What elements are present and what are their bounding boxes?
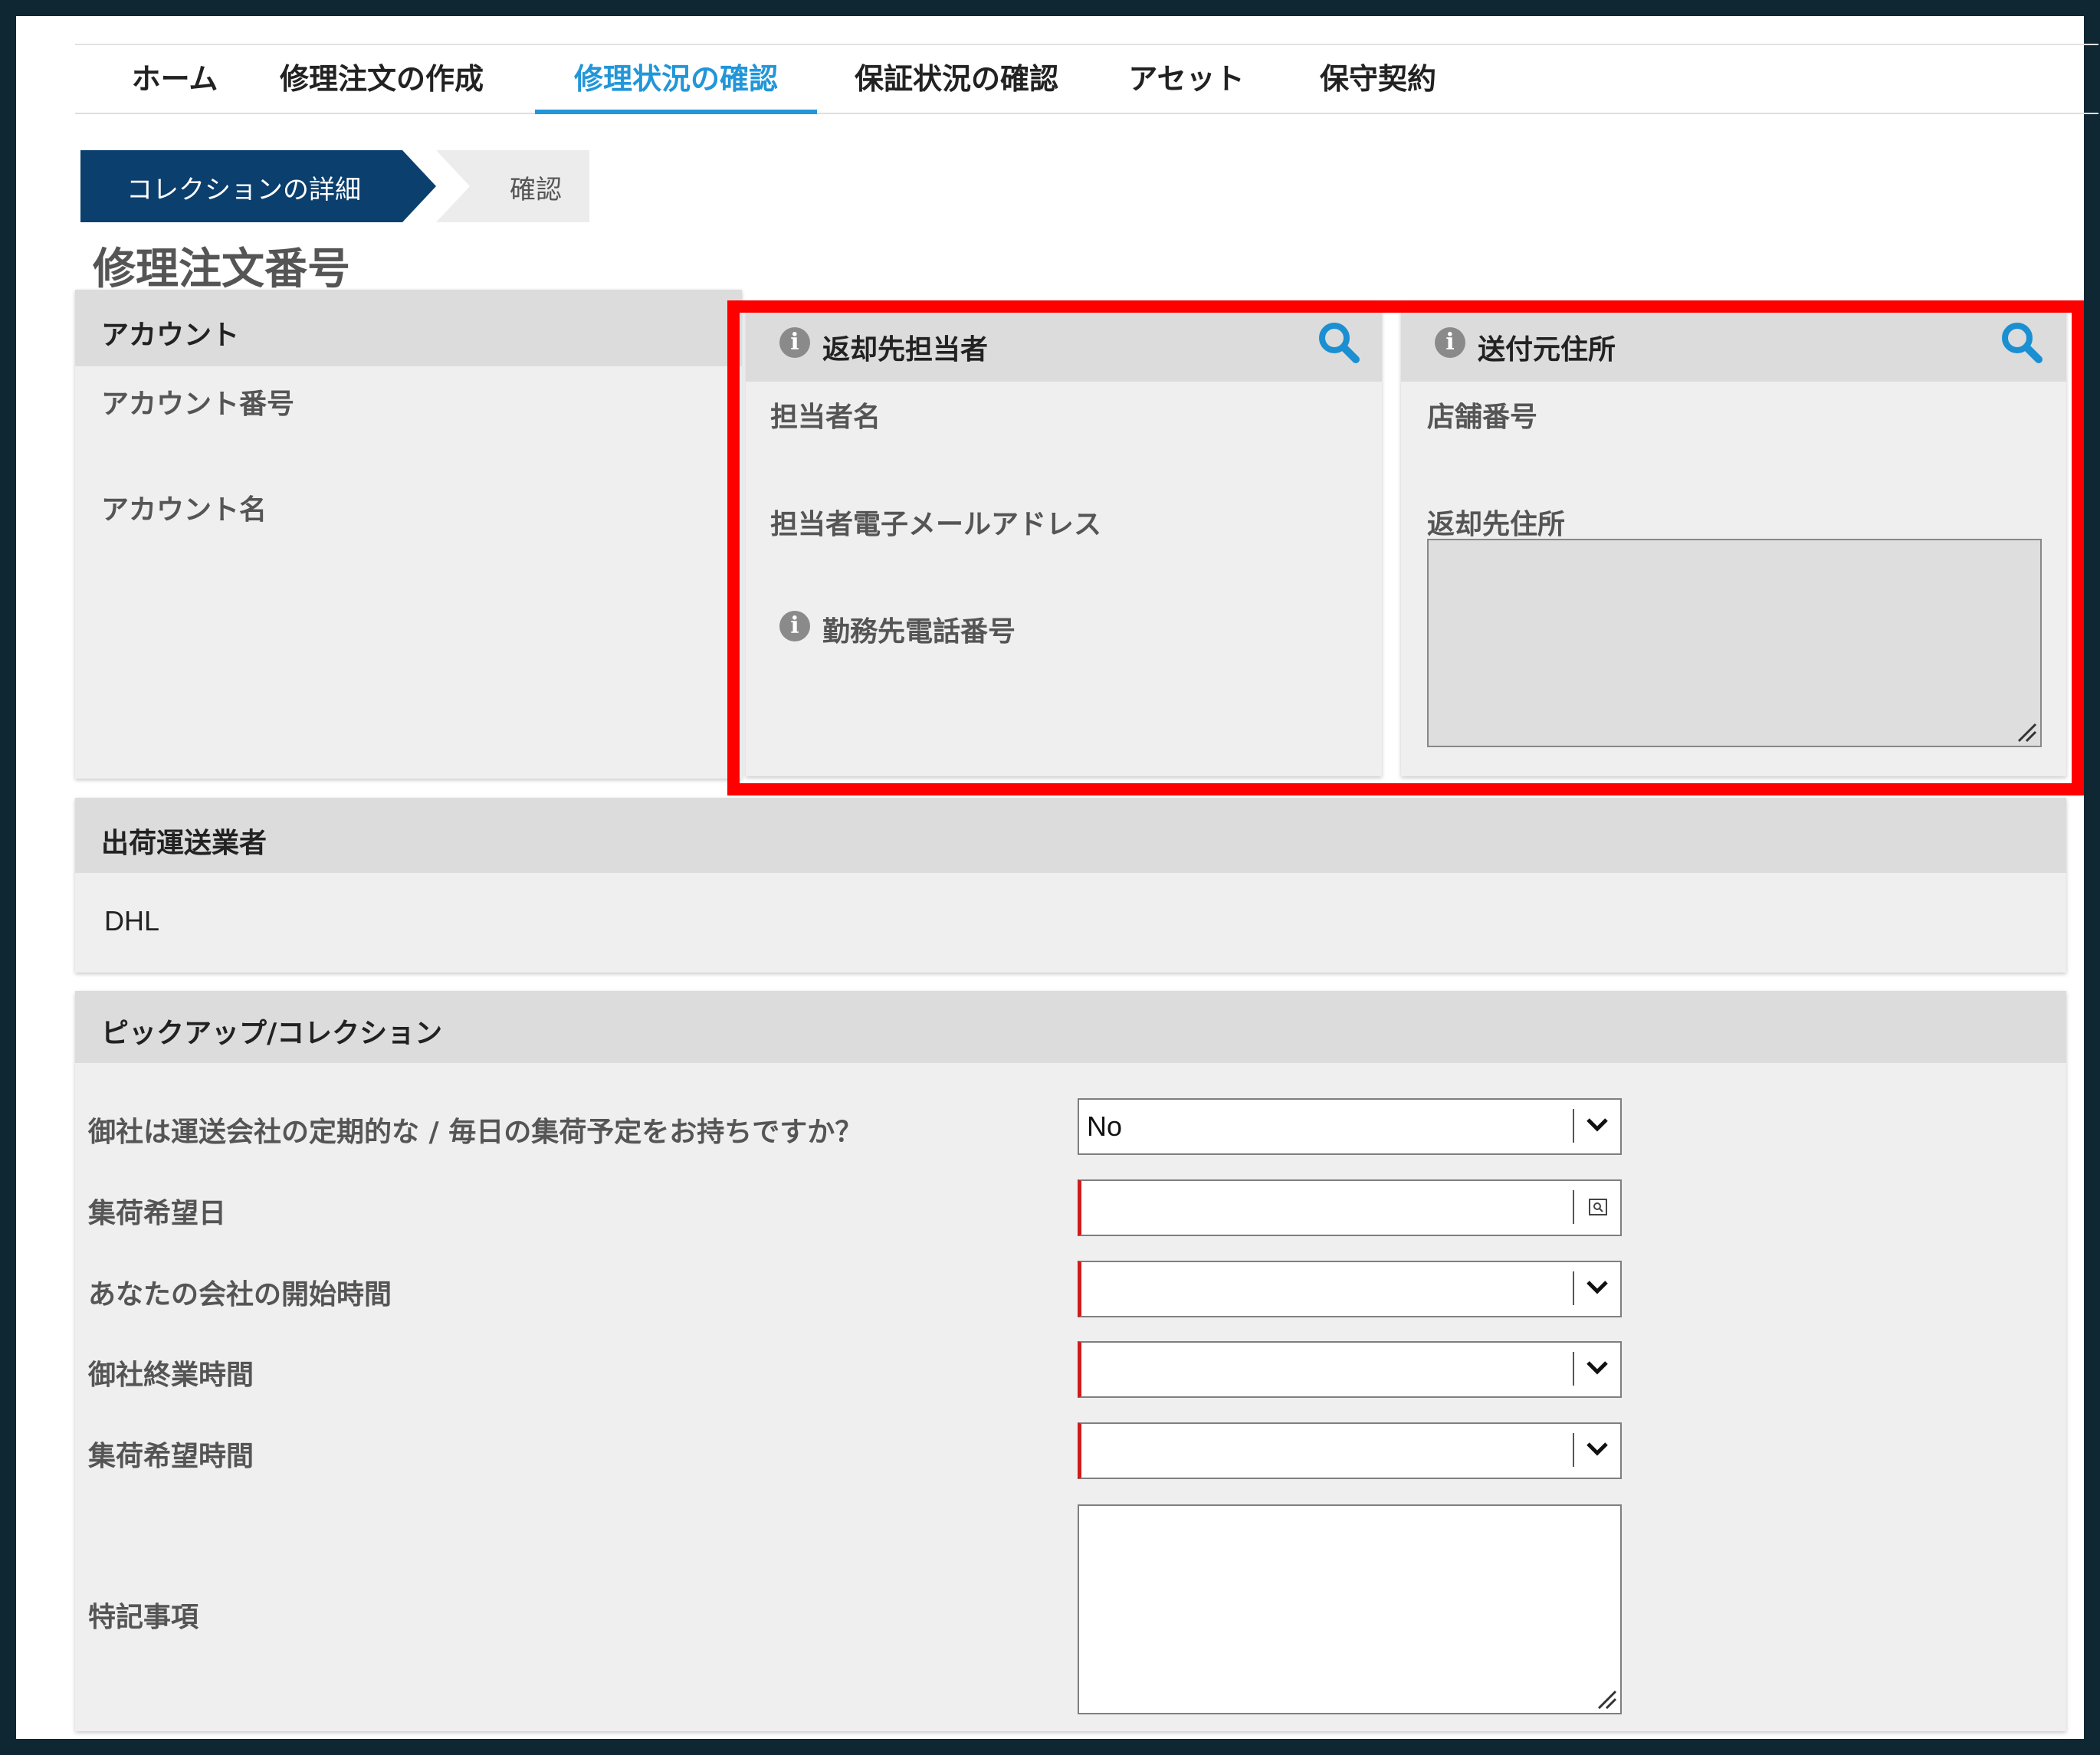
nav-tab-maintenance-contract[interactable]: 保守契約 [1301,45,1455,114]
info-icon: i [779,327,810,358]
top-nav: ホーム 修理注文の作成 修理状況の確認 保証状況の確認 アセット 保守契約 [75,44,2098,114]
panel-title: ピックアップ/コレクション [101,1018,443,1049]
return-contact-panel: i 返却先担当者 担当者名 担当者電子メールアドレス i 勤務先電話番号 [746,301,1382,776]
step-confirm[interactable]: 確認 [436,150,589,222]
pickup-panel: ピックアップ/コレクション [75,991,2066,1731]
company-start-time-select[interactable] [1078,1261,1622,1317]
work-phone-label: 勤務先電話番号 [822,616,1016,648]
resize-grip-icon[interactable] [1596,1688,1617,1710]
step-label: コレクションの詳細 [126,175,361,205]
nav-tab-repair-status[interactable]: 修理状況の確認 [535,45,817,114]
company-start-time-label: あなたの会社の開始時間 [88,1279,392,1311]
page-title: 修理注文番号 [93,244,350,294]
pickup-time-label: 集荷希望時間 [88,1441,254,1472]
ship-from-address-panel: i 送付元住所 店舗番号 返却先住所 [1401,301,2066,776]
screenshot-frame: ホーム 修理注文の作成 修理状況の確認 保証状況の確認 アセット 保守契約 コレ… [0,0,2100,1755]
step-collection-details[interactable]: コレクションの詳細 [80,150,436,222]
account-number-label: アカウント番号 [101,389,295,420]
pickup-date-input[interactable] [1078,1179,1622,1236]
panel-title: 返却先担当者 [822,334,989,366]
panel-header: アカウント [75,290,742,366]
chevron-down-icon[interactable] [1574,1424,1620,1478]
regular-pickup-question-label: 御社は運送会社の定期的な / 毎日の集荷予定をお持ちですか？ [88,1117,863,1148]
info-icon: i [779,611,810,641]
search-icon[interactable] [1999,320,2045,366]
carrier-panel: 出荷運送業者 DHL [75,798,2066,973]
account-name-label: アカウント名 [101,494,267,526]
special-notes-label: 特記事項 [88,1602,199,1633]
chevron-down-icon[interactable] [1574,1343,1620,1396]
calendar-icon[interactable] [1574,1181,1620,1235]
nav-tab-create-repair-order[interactable]: 修理注文の作成 [259,45,504,114]
panel-header: 出荷運送業者 [75,798,2066,873]
contact-email-label: 担当者電子メールアドレス [770,509,1102,540]
return-address-label: 返却先住所 [1427,509,1566,540]
panel-header: i 返却先担当者 [746,301,1382,382]
panel-header: ピックアップ/コレクション [75,991,2066,1063]
panel-title: 出荷運送業者 [101,828,267,859]
store-number-label: 店舗番号 [1427,402,1538,433]
selected-value: No [1087,1110,1123,1142]
nav-tab-home[interactable]: ホーム [113,45,236,114]
step-label: 確認 [510,175,562,205]
nav-tab-assets[interactable]: アセット [1117,45,1255,114]
chevron-down-icon[interactable] [1574,1262,1620,1316]
pickup-time-select[interactable] [1078,1422,1622,1479]
panel-header: i 送付元住所 [1401,301,2066,382]
nav-tab-warranty-status[interactable]: 保証状況の確認 [834,45,1079,114]
search-icon[interactable] [1316,320,1362,366]
return-address-textarea[interactable] [1427,539,2042,747]
regular-pickup-select[interactable]: No [1078,1098,1622,1155]
resize-grip-icon[interactable] [2016,721,2037,743]
contact-name-label: 担当者名 [770,402,881,433]
panel-title: 送付元住所 [1478,334,1616,366]
pickup-date-label: 集荷希望日 [88,1198,227,1229]
company-close-time-select[interactable] [1078,1341,1622,1398]
account-panel: アカウント アカウント番号 アカウント名 [75,290,742,779]
carrier-value: DHL [104,905,160,937]
special-notes-textarea[interactable] [1078,1504,1622,1714]
panel-title: アカウント [101,320,240,351]
company-close-time-label: 御社終業時間 [88,1360,254,1391]
info-icon: i [1435,327,1465,358]
chevron-down-icon[interactable] [1574,1100,1620,1153]
